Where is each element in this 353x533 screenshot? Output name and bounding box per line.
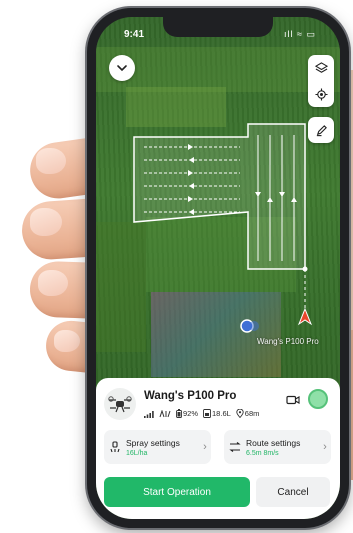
route-icon-wrap bbox=[224, 441, 246, 453]
start-operation-button[interactable]: Start Operation bbox=[104, 477, 250, 507]
nail-index bbox=[36, 148, 66, 174]
battery-stat: 92% bbox=[176, 409, 198, 418]
notch bbox=[163, 17, 273, 37]
status-time: 9:41 bbox=[124, 29, 145, 40]
drone-map-label: Wang's P100 Pro bbox=[257, 337, 319, 346]
spray-icon-wrap bbox=[104, 441, 126, 453]
altitude-stat: 68m bbox=[236, 409, 260, 418]
drone-icon bbox=[108, 396, 132, 413]
rtk-stat bbox=[159, 409, 171, 418]
drone-status-toggle[interactable] bbox=[308, 389, 328, 409]
nail-ring bbox=[38, 270, 68, 296]
collapse-button[interactable] bbox=[109, 55, 135, 81]
spray-nozzle-icon bbox=[110, 441, 120, 453]
camera-icon bbox=[286, 395, 300, 405]
nail-middle bbox=[30, 208, 62, 236]
signal-icon bbox=[144, 410, 154, 418]
map-tool-panel bbox=[308, 55, 334, 107]
route-settings-value: 6.5m 8m/s bbox=[246, 449, 279, 457]
phone-frame: Wang's P100 Pro 9:41 ıll ≈ ▭ Wang's P100… bbox=[87, 8, 349, 528]
stage: Wang's P100 Pro 9:41 ıll ≈ ▭ Wang's P100… bbox=[0, 0, 353, 533]
chevron-right-icon: › bbox=[323, 441, 327, 453]
phone-screen: Wang's P100 Pro 9:41 ıll ≈ ▭ Wang's P100… bbox=[96, 17, 340, 519]
route-end-point bbox=[302, 266, 308, 272]
locate-icon bbox=[314, 87, 328, 101]
route-settings-title: Route settings bbox=[246, 437, 301, 448]
battery-value: 92% bbox=[183, 409, 199, 418]
signal-stat bbox=[144, 410, 154, 418]
location-pin-icon bbox=[236, 409, 244, 418]
battery-icon bbox=[176, 409, 182, 418]
status-icons: ıll ≈ ▭ bbox=[284, 29, 316, 39]
drone-avatar bbox=[104, 388, 136, 420]
nail-pinky bbox=[54, 330, 80, 352]
route-settings-text: Route settings 6.5m 8m/s bbox=[246, 438, 319, 457]
chevron-right-icon: › bbox=[203, 441, 207, 453]
layers-button[interactable] bbox=[308, 55, 334, 81]
pen-icon bbox=[316, 124, 327, 136]
spray-settings-card[interactable]: Spray settings 16L/ha › bbox=[104, 430, 211, 464]
edit-route-button[interactable] bbox=[308, 117, 334, 143]
camera-button[interactable] bbox=[286, 393, 300, 405]
chevron-down-icon bbox=[117, 65, 127, 72]
layers-icon bbox=[314, 61, 328, 73]
tank-value: 18.6L bbox=[212, 409, 231, 418]
tank-icon bbox=[203, 409, 211, 418]
drone-marker-icon[interactable] bbox=[297, 307, 313, 326]
altitude-value: 68m bbox=[244, 409, 260, 418]
cancel-button[interactable]: Cancel bbox=[256, 477, 330, 507]
locate-button[interactable] bbox=[308, 81, 334, 107]
spray-settings-text: Spray settings 16L/ha bbox=[126, 438, 199, 457]
route-settings-card[interactable]: Route settings 6.5m 8m/s › bbox=[224, 430, 331, 464]
edit-tool-panel bbox=[308, 117, 334, 143]
drone-bottom-sheet: Wang's P100 Pro 92% 18.6L 68m Spray sett… bbox=[96, 378, 340, 519]
field-boundary bbox=[133, 123, 306, 270]
spray-settings-value: 16L/ha bbox=[126, 449, 148, 457]
tank-stat: 18.6L bbox=[203, 409, 231, 418]
position-heading bbox=[249, 321, 259, 331]
route-icon bbox=[229, 442, 241, 452]
drone-name: Wang's P100 Pro bbox=[144, 390, 237, 402]
drone-stats: 92% 18.6L 68m bbox=[144, 409, 259, 418]
spray-settings-title: Spray settings bbox=[126, 437, 180, 448]
rtk-signal-icon bbox=[159, 409, 171, 417]
